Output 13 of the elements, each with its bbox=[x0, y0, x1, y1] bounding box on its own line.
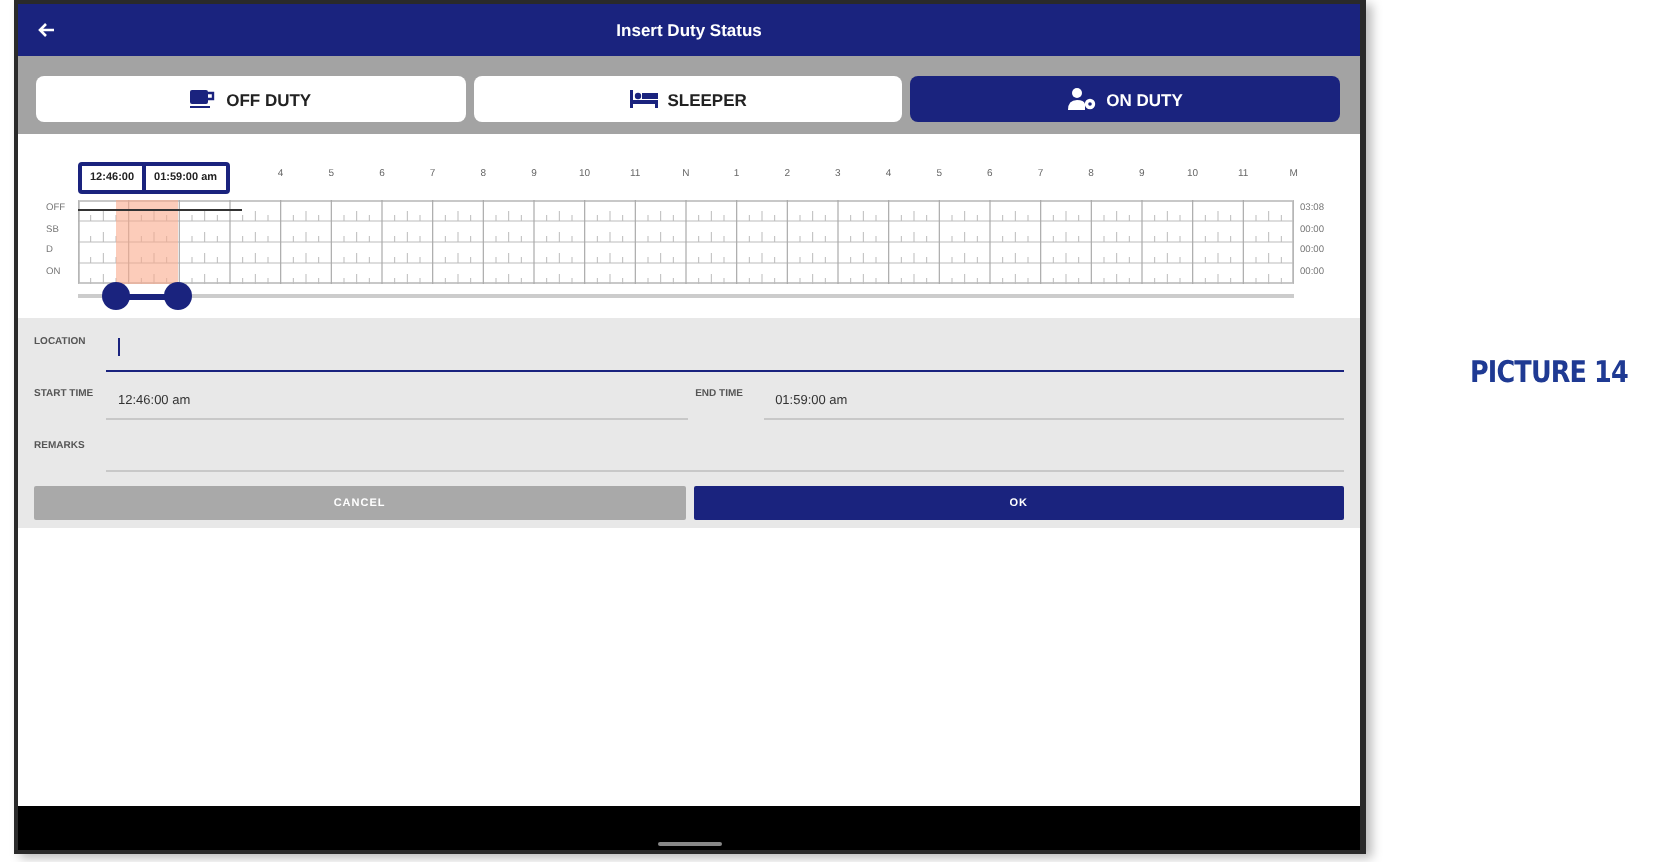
back-arrow-icon[interactable] bbox=[38, 22, 56, 38]
home-indicator[interactable] bbox=[657, 842, 722, 846]
person-gear-icon bbox=[1068, 88, 1097, 110]
window-title: Insert Duty Status bbox=[616, 20, 762, 40]
slider-thumb[interactable] bbox=[163, 282, 192, 310]
selected-range-highlight bbox=[115, 200, 178, 284]
slider-thumb[interactable] bbox=[101, 282, 130, 310]
figure-caption: PICTURE 14 bbox=[1470, 354, 1629, 390]
status-tab[interactable]: ON DUTY bbox=[910, 76, 1341, 122]
cup-icon bbox=[190, 90, 217, 108]
status-tab[interactable]: SLEEPER bbox=[473, 76, 903, 122]
bed-icon bbox=[629, 90, 658, 108]
status-tab[interactable]: OFF DUTY bbox=[36, 76, 466, 122]
